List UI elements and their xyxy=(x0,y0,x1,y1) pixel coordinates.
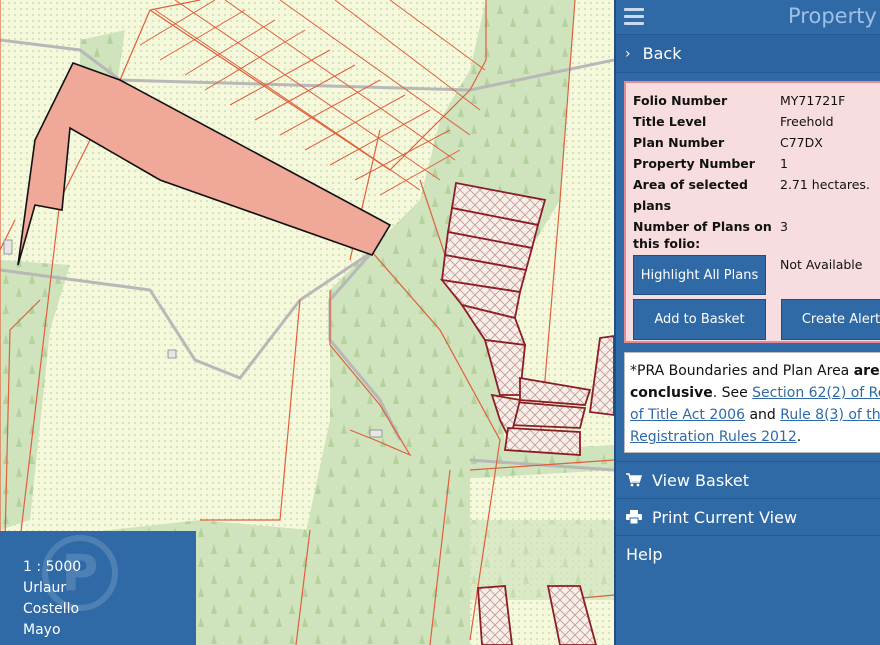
highlight-all-plans-button[interactable]: Highlight All Plans xyxy=(633,255,766,295)
disclaimer-text: *PRA Boundaries and Plan Area xyxy=(630,363,854,379)
print-view-menu-item[interactable]: Print Current View xyxy=(616,498,880,535)
help-menu-item[interactable]: Help xyxy=(616,535,880,572)
info-key: Folio Number xyxy=(633,93,728,108)
folio-info-card: Folio Number MY71721F Title Level Freeho… xyxy=(624,81,880,343)
map-barony: Costello xyxy=(23,601,80,617)
hamburger-icon[interactable] xyxy=(624,8,644,25)
cart-icon xyxy=(626,473,642,487)
print-view-label: Print Current View xyxy=(652,507,798,527)
panel-title: Property I xyxy=(788,4,880,28)
registration-rules-link[interactable]: Registration Rules 2012 xyxy=(630,429,797,445)
help-label: Help xyxy=(626,544,663,564)
printer-icon xyxy=(626,510,642,524)
map-location-box: P 1 : 5000 Urlaur Costello Mayo xyxy=(0,531,196,645)
map-scale: 1 : 5000 xyxy=(23,559,82,575)
disclaimer-bold: conclusive xyxy=(630,385,713,401)
disclaimer-line-1: *PRA Boundaries and Plan Area are not xyxy=(630,360,880,382)
info-row-property-number: Property Number 1 xyxy=(633,153,880,174)
info-value: 2.71 hectares. xyxy=(780,177,870,192)
disclaimer-text: . See xyxy=(712,385,753,401)
info-value: C77DX xyxy=(780,135,823,150)
selected-parcel[interactable] xyxy=(17,62,392,266)
rule-8-link[interactable]: Rule 8(3) of the xyxy=(780,407,880,423)
boundary-disclaimer: *PRA Boundaries and Plan Area are not co… xyxy=(624,352,880,453)
map-view[interactable]: P 1 : 5000 Urlaur Costello Mayo xyxy=(0,0,614,645)
create-alert-button[interactable]: Create Alert xyxy=(781,299,880,340)
map-county: Mayo xyxy=(23,622,61,638)
info-row-title-level: Title Level Freehold xyxy=(633,111,880,132)
view-basket-label: View Basket xyxy=(652,470,749,490)
panel-header: Property I xyxy=(616,0,880,35)
info-value: 3 xyxy=(780,219,788,234)
view-basket-menu-item[interactable]: View Basket xyxy=(616,461,880,498)
back-label: Back xyxy=(642,44,682,63)
info-key: Number of Plans on this folio: xyxy=(633,219,772,251)
info-key: Property Number xyxy=(633,156,755,171)
chevron-right-icon: › xyxy=(625,45,631,62)
disclaimer-text: and xyxy=(745,407,781,423)
info-value: Not Available xyxy=(780,257,863,272)
back-button[interactable]: › Back xyxy=(616,35,880,73)
disclaimer-line-3: of Title Act 2006 and Rule 8(3) of the xyxy=(630,404,880,426)
info-key: Plan Number xyxy=(633,135,725,150)
disclaimer-bold: are not xyxy=(853,363,880,379)
section-62-link[interactable]: Section 62(2) of Regis xyxy=(752,385,880,401)
info-row-plan-count: Number of Plans on this folio: 3 xyxy=(633,216,880,254)
info-key: Area of selected plans xyxy=(633,177,748,213)
add-to-basket-button[interactable]: Add to Basket xyxy=(633,299,766,340)
info-row-area: Area of selected plans 2.71 hectares. xyxy=(633,174,880,216)
property-panel: Property I › Back Folio Number MY71721F … xyxy=(614,0,880,645)
info-value: Freehold xyxy=(780,114,834,129)
title-act-link[interactable]: of Title Act 2006 xyxy=(630,407,745,423)
info-row-folio: Folio Number MY71721F xyxy=(633,90,880,111)
disclaimer-line-2: conclusive. See Section 62(2) of Regis xyxy=(630,382,880,404)
info-row-plan-number: Plan Number C77DX xyxy=(633,132,880,153)
info-value: MY71721F xyxy=(780,93,846,108)
info-key: Title Level xyxy=(633,114,707,129)
map-locality: Urlaur xyxy=(23,580,67,596)
disclaimer-text: . xyxy=(796,429,802,445)
info-value: 1 xyxy=(780,156,788,171)
disclaimer-line-4: Registration Rules 2012. xyxy=(630,426,880,448)
